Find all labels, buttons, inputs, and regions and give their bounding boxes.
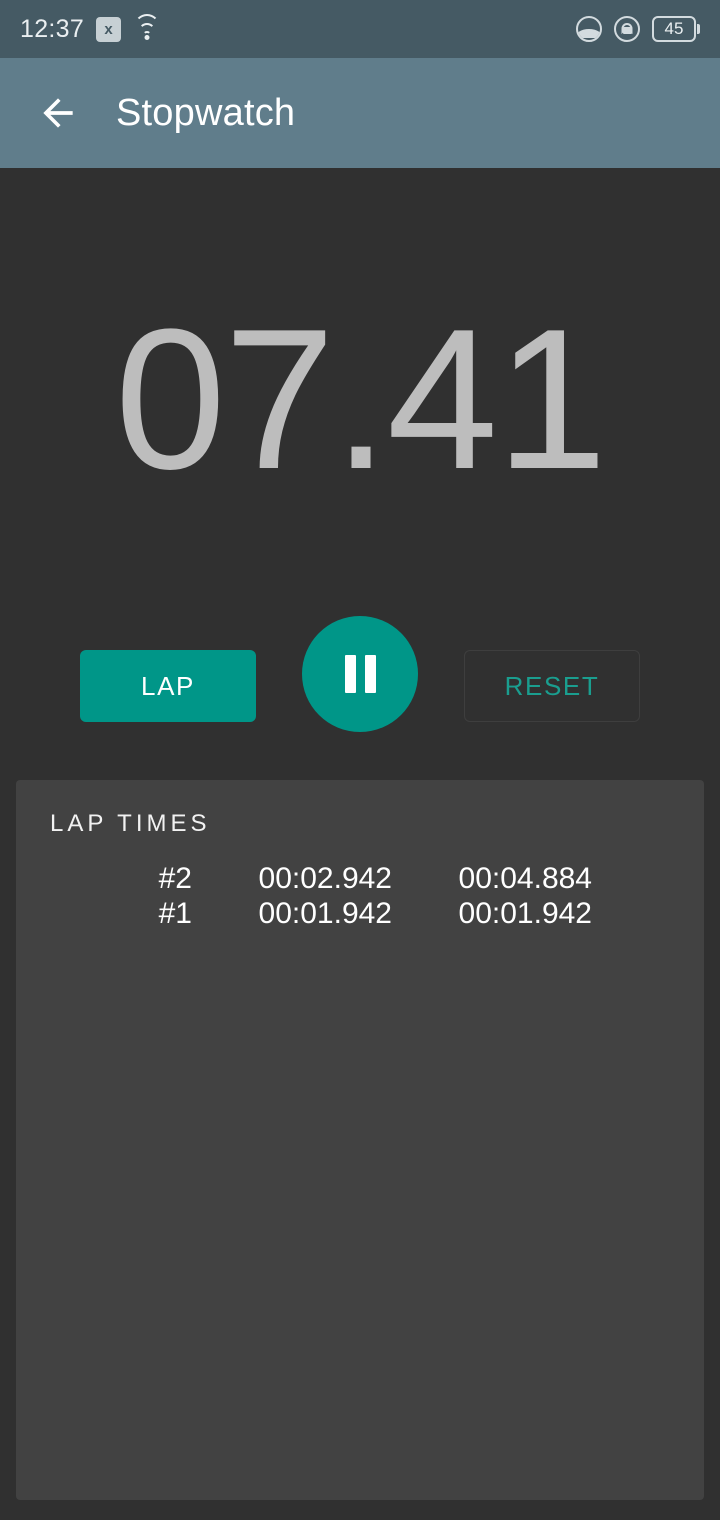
play-pause-button[interactable]: [302, 616, 418, 732]
rotation-lock-icon: [614, 16, 640, 42]
battery-icon: 45: [652, 16, 700, 42]
status-bar-left: 12:37 x: [20, 14, 161, 44]
sim-no-signal-icon: x: [96, 16, 122, 42]
stopwatch-screen: 12:37 x 45 Stopwatch 07.41 LAP RESET LAP…: [0, 0, 720, 1520]
lap-times-list[interactable]: #2 00:02.942 00:04.884 #1 00:01.942 00:01.942: [16, 862, 704, 931]
lap-times-header: LAP TIMES: [50, 810, 211, 837]
lap-row: #2 00:02.942 00:04.884: [16, 862, 704, 897]
app-bar: Stopwatch: [0, 58, 720, 168]
lap-button[interactable]: LAP: [80, 650, 256, 722]
wifi-icon: [133, 14, 161, 40]
status-bar-right: 45: [576, 16, 700, 42]
battery-level-label: 45: [664, 19, 684, 38]
timer-display: 07.41: [114, 288, 608, 511]
lap-times-panel: LAP TIMES #2 00:02.942 00:04.884 #1 00:01.94…: [16, 780, 704, 1500]
controls-row: LAP RESET: [0, 616, 720, 732]
lap-number: #1: [158, 896, 192, 930]
pause-icon-bar-right: [364, 655, 376, 693]
back-button[interactable]: [24, 79, 92, 147]
lap-total-time: 00:01.942: [458, 896, 592, 930]
lap-number: #2: [158, 862, 192, 895]
page-title: Stopwatch: [116, 91, 296, 134]
status-bar: 12:37 x 45: [0, 0, 720, 58]
night-mode-icon: [576, 16, 602, 42]
pause-icon-bar-left: [344, 655, 356, 693]
lap-total-time: 00:04.884: [458, 862, 592, 895]
sim-no-signal-label: x: [104, 20, 113, 38]
lap-row: #1 00:01.942 00:01.942: [16, 897, 704, 932]
back-arrow-icon: [43, 98, 73, 128]
reset-button[interactable]: RESET: [464, 650, 640, 722]
status-clock: 12:37: [20, 14, 85, 43]
lap-split-time: 00:01.942: [258, 896, 392, 930]
lap-split-time: 00:02.942: [258, 862, 392, 895]
